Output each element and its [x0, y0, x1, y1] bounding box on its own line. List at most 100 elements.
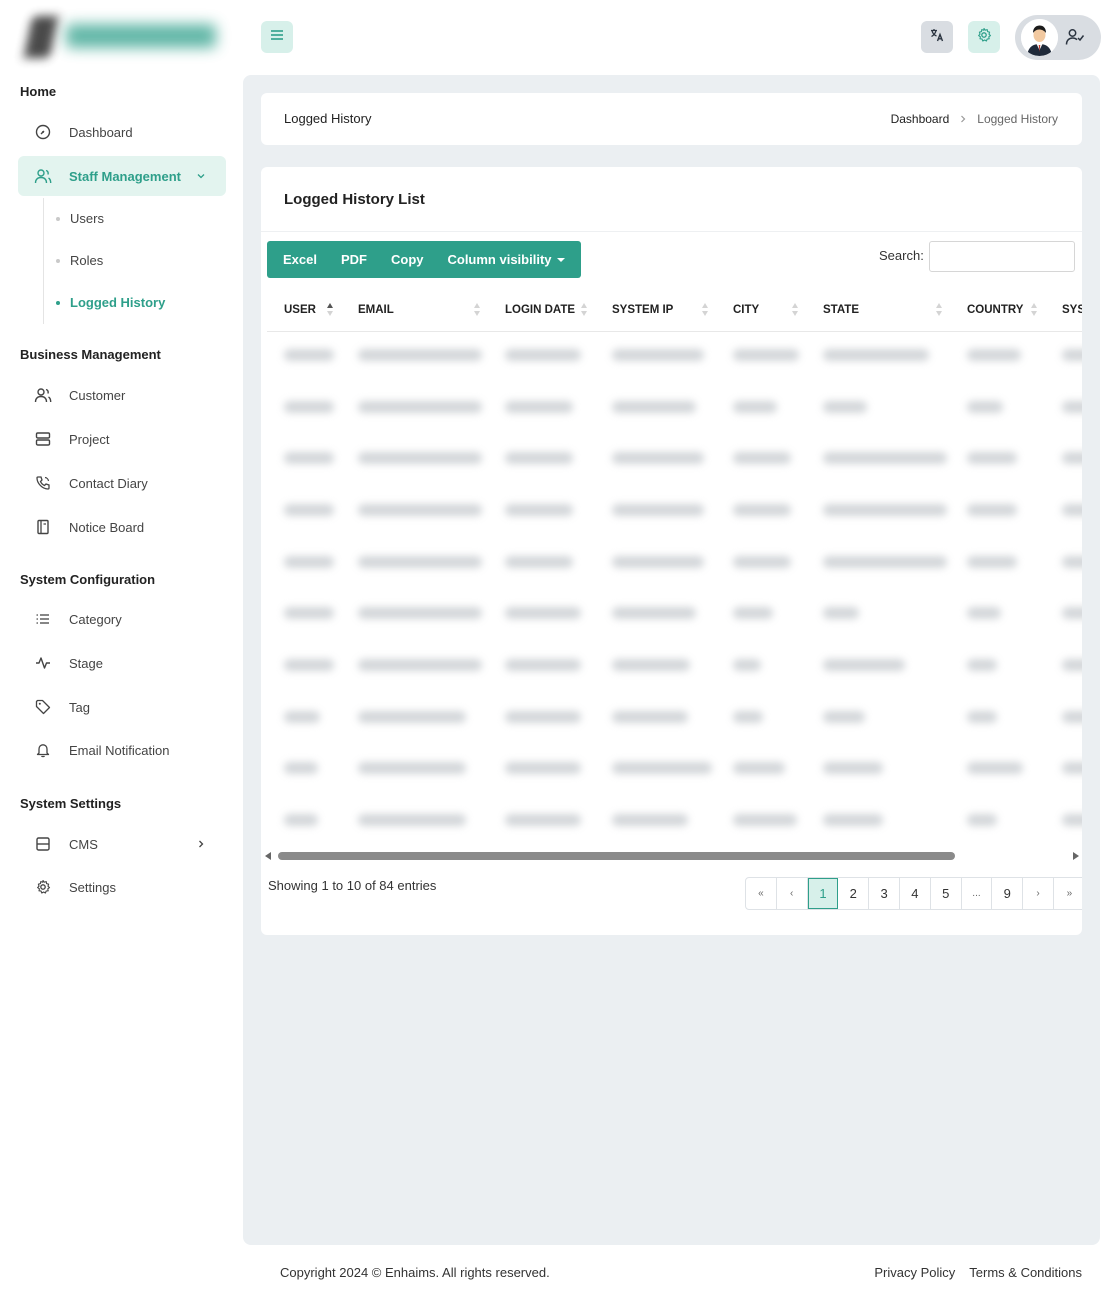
table-row[interactable] [267, 331, 1082, 383]
submenu-line [43, 198, 44, 324]
server-icon [34, 430, 52, 448]
first-page-button[interactable]: « [746, 878, 777, 909]
previous-page-button[interactable]: ‹ [777, 878, 808, 909]
sidebar-subitem-logged-history[interactable]: Logged History [56, 295, 165, 310]
activity-icon [34, 654, 52, 672]
brand-logo[interactable] [22, 12, 222, 62]
translate-button[interactable] [921, 21, 953, 53]
logo-wordmark [66, 24, 216, 48]
scroll-left-icon[interactable] [265, 852, 271, 860]
sidebar-item-dashboard[interactable]: Dashboard [18, 112, 226, 152]
logged-history-card: Logged History List Excel PDF Copy Colum… [261, 167, 1082, 935]
terms-conditions-link[interactable]: Terms & Conditions [969, 1265, 1082, 1280]
next-page-button[interactable]: › [1023, 878, 1054, 909]
sidebar-item-label: Email Notification [69, 742, 170, 758]
sidebar-subitem-roles[interactable]: Roles [56, 253, 103, 268]
breadcrumb-dashboard-link[interactable]: Dashboard [891, 112, 950, 126]
table-row[interactable] [267, 641, 1082, 693]
menu-toggle-button[interactable] [261, 21, 293, 53]
chevron-down-icon [194, 169, 208, 183]
table-row[interactable] [267, 434, 1082, 486]
page-button-3[interactable]: 3 [869, 878, 900, 909]
sidebar-item-category[interactable]: Category [18, 599, 226, 639]
search-input[interactable] [929, 241, 1075, 272]
page-button-1[interactable]: 1 [807, 878, 839, 909]
column-label: EMAIL [358, 303, 394, 316]
table-header-row: USER EMAIL LOGIN DATE SYSTEM IP CITY STA… [267, 289, 1082, 332]
column-header-user[interactable]: USER [267, 289, 341, 332]
sidebar-item-label: Project [69, 431, 110, 447]
sidebar-item-label: Contact Diary [69, 475, 148, 491]
user-menu-button[interactable] [1015, 15, 1101, 60]
chevron-right-icon [194, 837, 208, 851]
column-header-city[interactable]: CITY [716, 289, 806, 332]
page-title: Logged History [284, 111, 372, 126]
excel-button[interactable]: Excel [271, 241, 329, 278]
table-row[interactable] [267, 796, 1082, 848]
column-header-state[interactable]: STATE [806, 289, 950, 332]
footer-links: Privacy Policy Terms & Conditions [874, 1265, 1082, 1280]
sidebar-item-label: Notice Board [69, 519, 145, 535]
sidebar-item-tag[interactable]: Tag [18, 687, 226, 727]
card-title: Logged History List [284, 191, 425, 208]
sidebar-item-notice-board[interactable]: Notice Board [18, 507, 226, 547]
table-row[interactable] [267, 486, 1082, 538]
section-system-settings: System Settings [20, 796, 122, 811]
column-visibility-button[interactable]: Column visibility [435, 241, 576, 278]
column-header-system[interactable]: SYS [1045, 289, 1082, 332]
pdf-button[interactable]: PDF [329, 241, 379, 278]
sort-icon [474, 303, 480, 317]
sidebar-subitem-label: Roles [70, 253, 104, 268]
table-row[interactable] [267, 693, 1082, 745]
page-button-4[interactable]: 4 [900, 878, 931, 909]
column-header-system-ip[interactable]: SYSTEM IP [595, 289, 716, 332]
table-row[interactable] [267, 383, 1082, 435]
page-button-5[interactable]: 5 [931, 878, 962, 909]
column-header-email[interactable]: EMAIL [341, 289, 488, 332]
gear-icon [976, 27, 992, 48]
sidebar-item-staff-management[interactable]: Staff Management [18, 156, 226, 196]
sidebar-item-contact-diary[interactable]: Contact Diary [18, 463, 226, 503]
bullet-icon [56, 300, 60, 305]
table-info: Showing 1 to 10 of 84 entries [268, 878, 437, 893]
theme-settings-button[interactable] [968, 21, 1000, 53]
copy-button[interactable]: Copy [379, 241, 436, 278]
sidebar-item-label: Staff Management [69, 168, 181, 184]
tag-icon [34, 698, 52, 716]
sidebar-item-cms[interactable]: CMS [18, 824, 226, 864]
sidebar-item-settings[interactable]: Settings [18, 867, 226, 907]
pagination: « ‹ 1 2 3 4 5 ... 9 › » [745, 877, 1082, 910]
column-header-country[interactable]: COUNTRY [950, 289, 1045, 332]
column-label: LOGIN DATE [505, 303, 576, 316]
sidebar-item-email-notification[interactable]: Email Notification [18, 730, 226, 770]
sidebar-item-customer[interactable]: Customer [18, 375, 226, 415]
last-page-button[interactable]: » [1054, 878, 1082, 909]
sidebar-item-project[interactable]: Project [18, 419, 226, 459]
sidebar-subitem-users[interactable]: Users [56, 211, 104, 226]
breadcrumb-current: Logged History [977, 112, 1058, 126]
horizontal-scrollbar[interactable] [265, 851, 1079, 861]
list-icon [34, 610, 52, 628]
page-header-card: Logged History Dashboard Logged History [261, 93, 1082, 145]
column-header-login-date[interactable]: LOGIN DATE [488, 289, 595, 332]
sidebar-subitem-label: Users [70, 211, 104, 226]
scroll-right-icon[interactable] [1073, 852, 1079, 860]
sort-icon [327, 303, 333, 317]
table-row[interactable] [267, 538, 1082, 590]
sort-icon [581, 303, 587, 317]
sidebar-item-stage[interactable]: Stage [18, 643, 226, 683]
page-button-2[interactable]: 2 [838, 878, 870, 909]
table-row[interactable] [267, 589, 1082, 641]
sort-icon [792, 303, 798, 317]
privacy-policy-link[interactable]: Privacy Policy [874, 1265, 955, 1280]
table-row[interactable] [267, 745, 1082, 797]
divider [261, 231, 1082, 232]
hamburger-icon [269, 28, 285, 47]
sidebar-item-label: Dashboard [69, 124, 133, 140]
column-label: SYS [1062, 303, 1082, 316]
page-button-9[interactable]: 9 [992, 878, 1024, 909]
column-visibility-label: Column visibility [447, 252, 552, 267]
bullet-icon [56, 258, 60, 263]
sidebar-item-label: Settings [69, 879, 116, 895]
scrollbar-thumb[interactable] [278, 852, 955, 860]
